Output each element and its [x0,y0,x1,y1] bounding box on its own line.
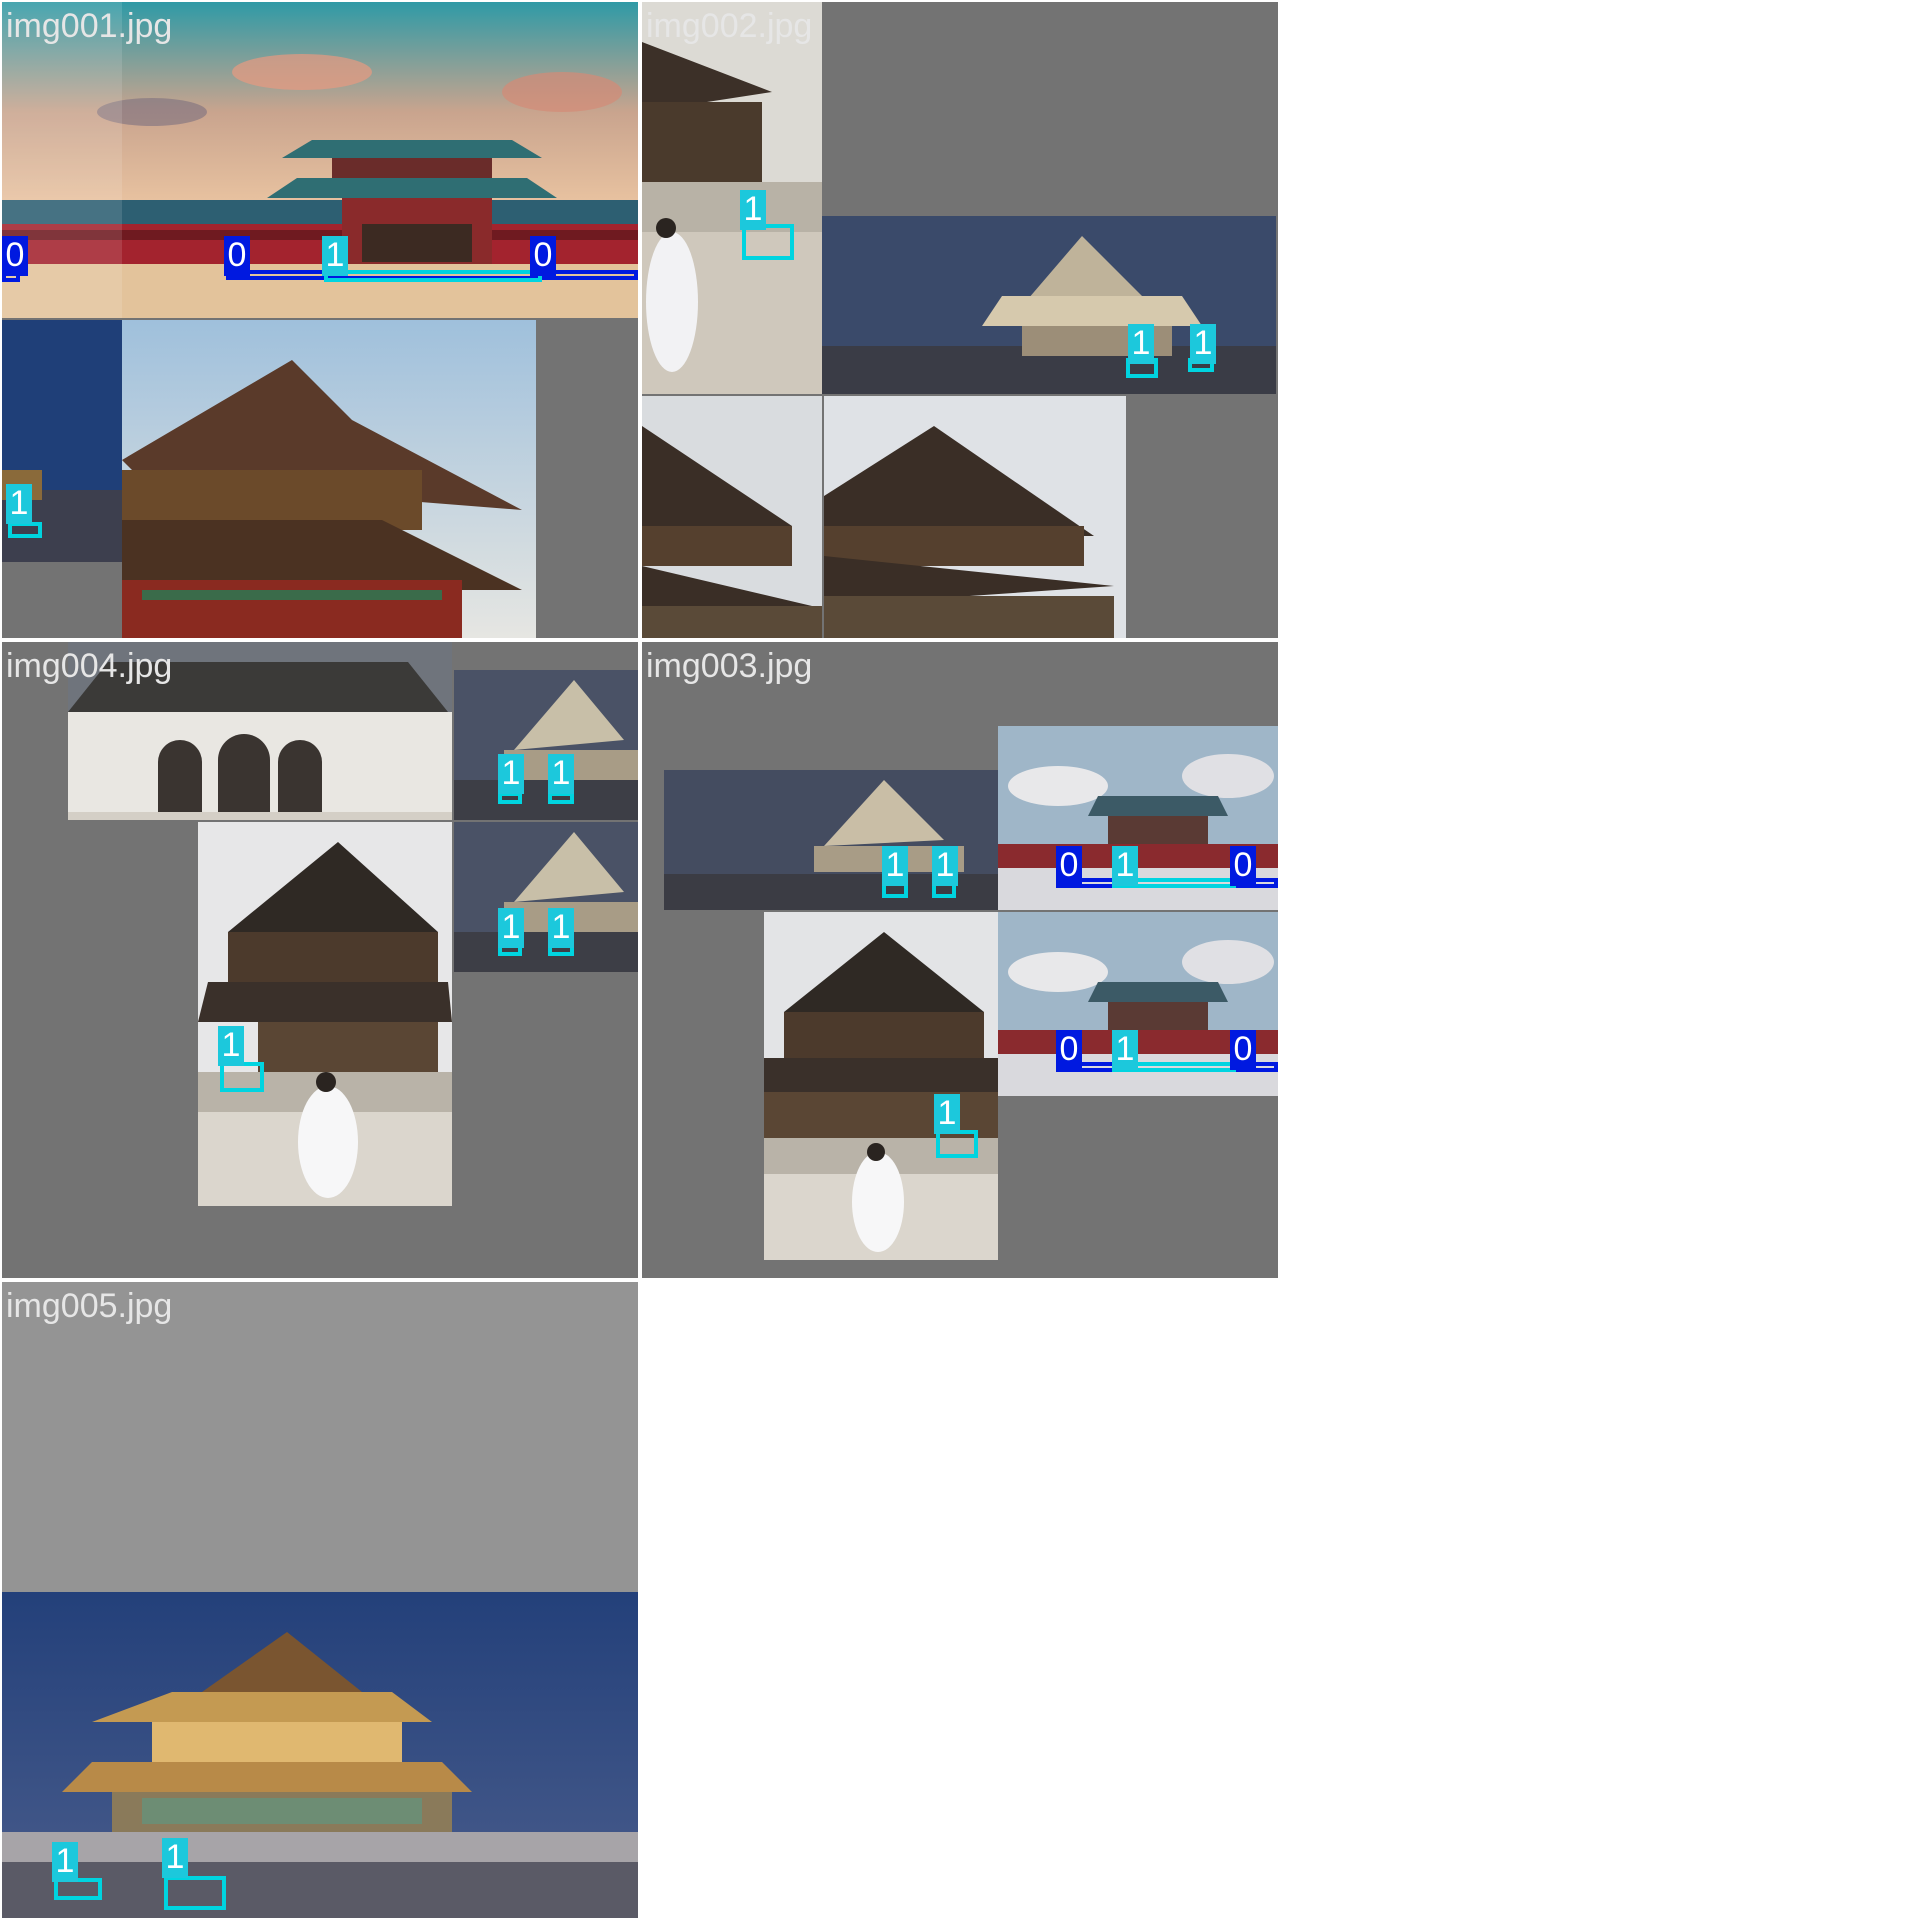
class-tag-1: 1 [1190,324,1216,364]
class-tag-1: 1 [218,1026,244,1066]
class-tag-0: 0 [1056,1030,1082,1070]
class-tag-1: 1 [548,754,574,794]
class-tag-1: 1 [498,754,524,794]
bbox-class-1 [164,1876,226,1910]
class-tag-0: 0 [2,236,28,276]
class-tag-1: 1 [882,846,908,886]
bbox-class-1 [324,270,542,282]
photo-palace-hanbok-woman [764,912,998,1260]
mosaic-tile-img002: img002.jpg 1 1 1 [642,2,1278,638]
tile-label: img001.jpg [6,7,173,45]
class-tag-0: 0 [1230,846,1256,886]
bbox-class-1 [8,522,42,538]
tile-label: img004.jpg [6,647,173,685]
class-tag-1: 1 [1128,324,1154,364]
mosaic-tile-img003: img003.jpg 1 1 0 1 0 0 1 0 1 [642,642,1278,1278]
class-tag-0: 0 [1056,846,1082,886]
photo-palace-roof-left [642,396,822,638]
tile-label: img003.jpg [646,647,813,685]
class-tag-1: 1 [6,484,32,524]
mosaic-tile-img005: img005.jpg 1 1 [2,1282,638,1918]
photo-palace-illuminated-night [2,1592,638,1918]
class-tag-1: 1 [162,1838,188,1878]
class-tag-0: 0 [530,236,556,276]
class-tag-0: 0 [224,236,250,276]
class-tag-1: 1 [322,236,348,276]
photo-palace-hanbok-woman [198,822,452,1206]
class-tag-1: 1 [498,908,524,948]
class-tag-1: 1 [52,1842,78,1882]
mosaic-tile-img001: img001.jpg 0 0 1 0 1 [2,2,638,638]
class-tag-1: 1 [1112,1030,1138,1070]
mosaic-tile-img004: img004.jpg 1 1 1 1 1 [2,642,638,1278]
class-tag-1: 1 [934,1094,960,1134]
photo-palace-dusk-small-bottom [454,822,638,972]
class-tag-1: 1 [548,908,574,948]
bbox-class-1 [936,1130,978,1158]
bbox-class-1 [220,1062,264,1092]
tile-label: img002.jpg [646,7,813,45]
class-tag-1: 1 [932,846,958,886]
class-tag-1: 1 [1112,846,1138,886]
class-tag-1: 1 [740,190,766,230]
tile-label: img005.jpg [6,1287,173,1325]
class-tag-0: 0 [1230,1030,1256,1070]
photo-palace-roof-right [824,396,1126,638]
photo-palace-roof-closeup [122,320,536,638]
photo-palace-hanbok-woman [642,2,822,394]
photo-palace-dusk-small-top [454,670,638,820]
